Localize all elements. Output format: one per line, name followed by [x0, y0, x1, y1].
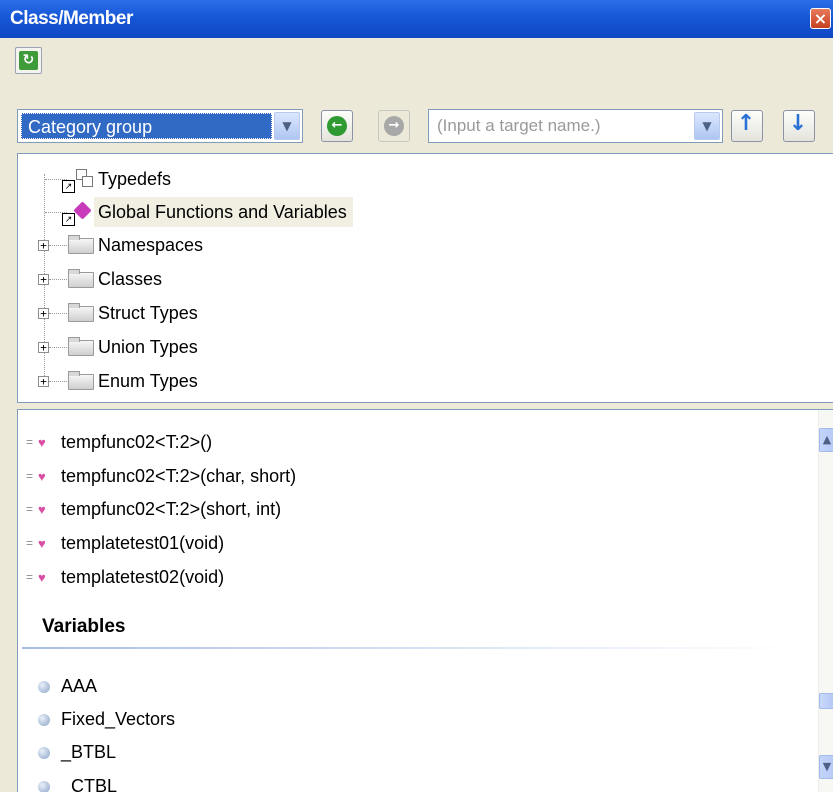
panel-title: Class/Member — [10, 8, 133, 29]
category-tree: ↗ Typedefs ↗ Global Functions and Variab… — [17, 153, 833, 403]
tree-item-struct-types[interactable]: + Struct Types — [18, 298, 418, 328]
member-label: _BTBL — [61, 742, 117, 762]
search-up-button[interactable]: ↑ — [731, 110, 763, 142]
refresh-button[interactable]: ↻ — [15, 47, 42, 74]
chevron-down-icon[interactable]: ▼ — [694, 112, 720, 140]
global-functions-icon — [73, 201, 92, 220]
tree-connector — [49, 279, 67, 280]
section-divider — [22, 647, 802, 649]
tree-connector — [49, 313, 67, 314]
scroll-thumb[interactable] — [819, 693, 833, 709]
member-label: tempfunc02<T:2>() — [61, 432, 213, 452]
close-icon: × — [813, 9, 828, 28]
tree-item-label: Struct Types — [98, 303, 198, 323]
search-down-button[interactable]: ↓ — [783, 110, 815, 142]
folder-icon — [68, 235, 94, 254]
expand-icon[interactable]: + — [38, 274, 49, 285]
variable-icon — [38, 681, 50, 693]
expand-icon[interactable]: + — [38, 376, 49, 387]
function-icon: = ♥ — [26, 570, 46, 585]
vertical-scrollbar[interactable]: ▲ ▼ — [818, 410, 833, 792]
category-select[interactable]: Category group ▼ — [17, 109, 303, 143]
member-label: _CTBL — [61, 776, 118, 792]
refresh-icon: ↻ — [19, 51, 38, 70]
forward-arrow-icon: → — [384, 116, 404, 136]
chevron-up-icon: ▲ — [822, 433, 832, 446]
scroll-up-button[interactable]: ▲ — [819, 428, 833, 452]
variable-icon — [38, 747, 50, 759]
down-arrow-icon: ↓ — [788, 111, 808, 136]
up-arrow-icon: ↑ — [736, 111, 756, 136]
expand-icon[interactable]: + — [38, 240, 49, 251]
back-button[interactable]: ← — [321, 110, 353, 142]
tree-item-label: Typedefs — [98, 169, 172, 189]
title-bar: Class/Member × — [0, 0, 833, 38]
tree-item-label: Enum Types — [98, 371, 198, 391]
variables-section-header: Variables — [42, 616, 126, 637]
tree-connector — [49, 245, 67, 246]
target-name-input[interactable]: (Input a target name.) ▼ — [428, 109, 723, 143]
chevron-down-icon: ▼ — [822, 760, 832, 773]
function-icon: = ♥ — [26, 435, 46, 450]
function-icon: = ♥ — [26, 536, 46, 551]
function-icon: = ♥ — [26, 502, 46, 517]
class-member-panel: Class/Member × ↻ Category group ▼ ← → (I… — [0, 0, 833, 792]
function-icon: = ♥ — [26, 469, 46, 484]
tree-item-union-types[interactable]: + Union Types — [18, 332, 418, 362]
member-list: = ♥ tempfunc02<T:2>() = ♥ tempfunc02<T:2>(… — [17, 409, 833, 792]
shortcut-icon: ↗ — [62, 213, 75, 226]
forward-button[interactable]: → — [378, 110, 410, 142]
folder-icon — [68, 371, 94, 390]
target-name-placeholder: (Input a target name.) — [437, 116, 601, 135]
tree-item-namespaces[interactable]: + Namespaces — [18, 230, 418, 260]
tree-connector — [49, 347, 67, 348]
member-label: tempfunc02<T:2>(short, int) — [61, 499, 282, 519]
tree-connector — [49, 381, 67, 382]
member-label: AAA — [61, 676, 98, 696]
tree-item-label: Classes — [98, 269, 163, 289]
member-label: templatetest01(void) — [61, 533, 225, 553]
tree-item-enum-types[interactable]: + Enum Types — [18, 366, 418, 396]
chevron-down-icon[interactable]: ▼ — [274, 112, 300, 140]
variable-icon — [38, 781, 50, 792]
shortcut-icon: ↗ — [62, 180, 75, 193]
member-label: tempfunc02<T:2>(char, short) — [61, 466, 297, 486]
tree-item-label: Global Functions and Variables — [94, 197, 353, 227]
member-label: Fixed_Vectors — [61, 709, 176, 729]
category-select-value: Category group — [21, 113, 272, 139]
expand-icon[interactable]: + — [38, 308, 49, 319]
member-label: templatetest02(void) — [61, 567, 225, 587]
tree-item-typedefs[interactable]: ↗ Typedefs — [18, 164, 418, 194]
tree-item-label: Union Types — [98, 337, 198, 357]
back-arrow-icon: ← — [327, 116, 347, 136]
folder-icon — [68, 303, 94, 322]
scroll-down-button[interactable]: ▼ — [819, 755, 833, 779]
expand-icon[interactable]: + — [38, 342, 49, 353]
tree-item-classes[interactable]: + Classes — [18, 264, 418, 294]
variable-icon — [38, 714, 50, 726]
tree-item-global-functions[interactable]: ↗ Global Functions and Variables — [18, 197, 418, 227]
tree-item-label: Namespaces — [98, 235, 204, 255]
folder-icon — [68, 269, 94, 288]
close-button[interactable]: × — [810, 8, 831, 29]
folder-icon — [68, 337, 94, 356]
